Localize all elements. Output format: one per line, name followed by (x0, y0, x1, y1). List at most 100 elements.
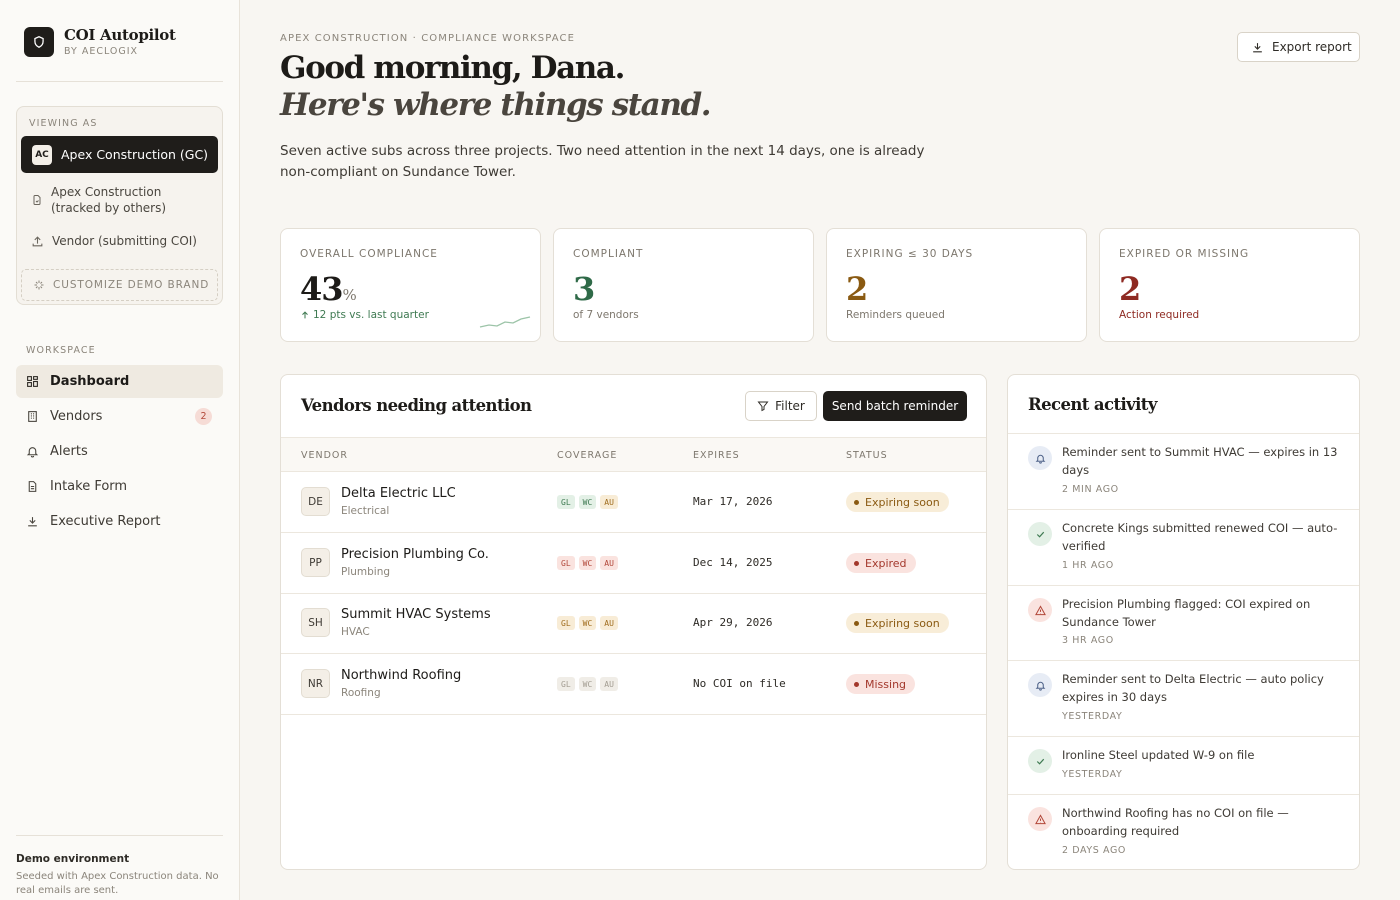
role-option-gc[interactable]: AC Apex Construction (GC) (21, 136, 218, 173)
workspace-label: WORKSPACE (26, 345, 96, 356)
vendor-expires: Apr 29, 2026 (693, 616, 773, 629)
vendor-avatar: PP (301, 548, 330, 577)
stat-label: EXPIRED OR MISSING (1119, 248, 1250, 260)
nav-item-vendors[interactable]: Vendors 2 (16, 400, 223, 433)
activity-text: Reminder sent to Summit HVAC — expires i… (1062, 445, 1338, 477)
stat-value: 3 (573, 270, 595, 308)
stat-card-expired-missing: EXPIRED OR MISSING 2 Action required (1099, 228, 1360, 342)
vendor-name[interactable]: Precision Plumbing Co. (341, 547, 489, 562)
send-batch-reminder-button[interactable]: Send batch reminder (823, 391, 967, 421)
arrow-up-icon (302, 311, 308, 319)
status-dot (854, 681, 859, 687)
coverage-chip: WC (578, 677, 597, 691)
export-label: Export report (1272, 40, 1352, 54)
role-label: Vendor (submitting COI) (52, 234, 197, 248)
vendor-name[interactable]: Summit HVAC Systems (341, 607, 491, 622)
download-icon (1253, 42, 1262, 52)
customize-label: CUSTOMIZE DEMO BRAND (53, 279, 210, 291)
nav-item-alerts[interactable]: Alerts (16, 435, 223, 468)
stat-card-compliant: COMPLIANT 3 of 7 vendors (553, 228, 814, 342)
brand[interactable]: COI Autopilot BY AECLOGIX (24, 26, 176, 57)
nav-item-dashboard[interactable]: Dashboard (16, 365, 223, 398)
activity-item[interactable]: Ironline Steel updated W-9 on file YESTE… (1008, 737, 1359, 795)
activity-title: Recent activity (1028, 395, 1157, 414)
stat-sub-text: 12 pts vs. last quarter (313, 309, 429, 321)
activity-item[interactable]: Concrete Kings submitted renewed COI — a… (1008, 510, 1359, 586)
activity-item[interactable]: Northwind Roofing has no COI on file — o… (1008, 795, 1359, 869)
vendor-name[interactable]: Northwind Roofing (341, 668, 461, 683)
activity-item[interactable]: Reminder sent to Summit HVAC — expires i… (1008, 434, 1359, 510)
activity-icon (1028, 522, 1052, 546)
coverage-chip: AU (600, 556, 618, 570)
status-badge: Expiring soon (846, 492, 949, 512)
role-label: Apex Construction (tracked by others) (51, 185, 167, 215)
vendor-expires: No COI on file (693, 677, 786, 690)
role-label: Apex Construction (GC) (61, 147, 209, 162)
activity-icon (1028, 673, 1052, 697)
column-header: EXPIRES (693, 450, 740, 461)
coverage-chip: AU (600, 495, 618, 509)
role-option-vendor[interactable]: Vendor (submitting COI) (31, 233, 197, 249)
stat-label: COMPLIANT (573, 248, 644, 260)
coverage-chips: GL WC AU (557, 616, 618, 630)
coverage-chip: WC (578, 495, 597, 509)
filter-button[interactable]: Filter (745, 391, 817, 421)
nav-item-executive-report[interactable]: Executive Report (16, 505, 223, 538)
stat-unit: % (342, 286, 357, 304)
status-label: Expiring soon (865, 616, 940, 630)
demo-title: Demo environment (16, 853, 130, 865)
activity-card: Recent activity Reminder sent to Summit … (1007, 374, 1360, 870)
activity-icon (1028, 807, 1052, 831)
brand-sub: BY AECLOGIX (64, 46, 139, 57)
coverage-chips: GL WC AU (557, 495, 618, 509)
vendor-category: Plumbing (341, 566, 391, 578)
warning-icon (1034, 813, 1046, 824)
role-option-tracked[interactable]: Apex Construction (tracked by others) (31, 184, 211, 216)
vendor-expires: Mar 17, 2026 (693, 495, 773, 508)
nav-label: Vendors (50, 409, 103, 424)
column-header: COVERAGE (557, 450, 618, 461)
activity-item[interactable]: Reminder sent to Delta Electric — auto p… (1008, 661, 1359, 737)
vendor-name[interactable]: Delta Electric LLC (341, 486, 456, 501)
divider (16, 81, 223, 82)
bell-icon (1035, 681, 1045, 691)
customize-brand-button[interactable]: CUSTOMIZE DEMO BRAND (21, 269, 218, 301)
vendor-category: Electrical (341, 505, 390, 517)
coverage-chip: AU (600, 616, 618, 630)
export-report-button[interactable]: Export report (1237, 32, 1360, 62)
sidebar: COI Autopilot BY AECLOGIX VIEWING AS AC … (0, 0, 240, 900)
activity-time: 3 HR AGO (1062, 635, 1114, 646)
table-row[interactable]: NR Northwind Roofing Roofing GL WC AU No C… (281, 654, 986, 715)
status-label: Missing (865, 677, 907, 691)
brand-name: COI Autopilot (64, 26, 176, 44)
check-icon (1036, 531, 1044, 538)
nav-item-intake-form[interactable]: Intake Form (16, 470, 223, 503)
coverage-chip: AU (600, 677, 618, 691)
sparkle-icon (34, 280, 44, 290)
vendor-avatar: NR (301, 669, 330, 698)
table-header: VENDOR COVERAGE EXPIRES STATUS (281, 437, 986, 472)
table-row[interactable]: PP Precision Plumbing Co. Plumbing GL WC A… (281, 533, 986, 594)
activity-item[interactable]: Precision Plumbing flagged: COI expired … (1008, 586, 1359, 661)
activity-icon (1028, 749, 1052, 773)
vendor-avatar: SH (301, 608, 330, 637)
coverage-chip: GL (557, 495, 575, 509)
breadcrumb: APEX CONSTRUCTION · COMPLIANCE WORKSPACE (280, 33, 576, 44)
activity-time: 2 MIN AGO (1062, 484, 1119, 495)
table-row[interactable]: DE Delta Electric LLC Electrical GL WC AU … (281, 472, 986, 533)
stat-value: 2 (846, 270, 868, 308)
building-icon (28, 411, 37, 422)
stat-number: 43 (300, 270, 344, 308)
check-icon (1036, 758, 1044, 765)
stat-value: 43% (300, 270, 357, 308)
coverage-chips: GL WC AU (557, 677, 618, 691)
status-badge: Missing (846, 674, 916, 694)
vendors-title: Vendors needing attention (301, 396, 532, 415)
table-row[interactable]: SH Summit HVAC Systems HVAC GL WC AU Apr 2… (281, 593, 986, 654)
bell-icon (26, 447, 39, 458)
role-badge: AC (32, 144, 52, 165)
divider (16, 835, 223, 836)
column-header: VENDOR (301, 450, 349, 461)
coverage-chip: WC (578, 556, 597, 570)
coverage-chip: GL (557, 677, 575, 691)
